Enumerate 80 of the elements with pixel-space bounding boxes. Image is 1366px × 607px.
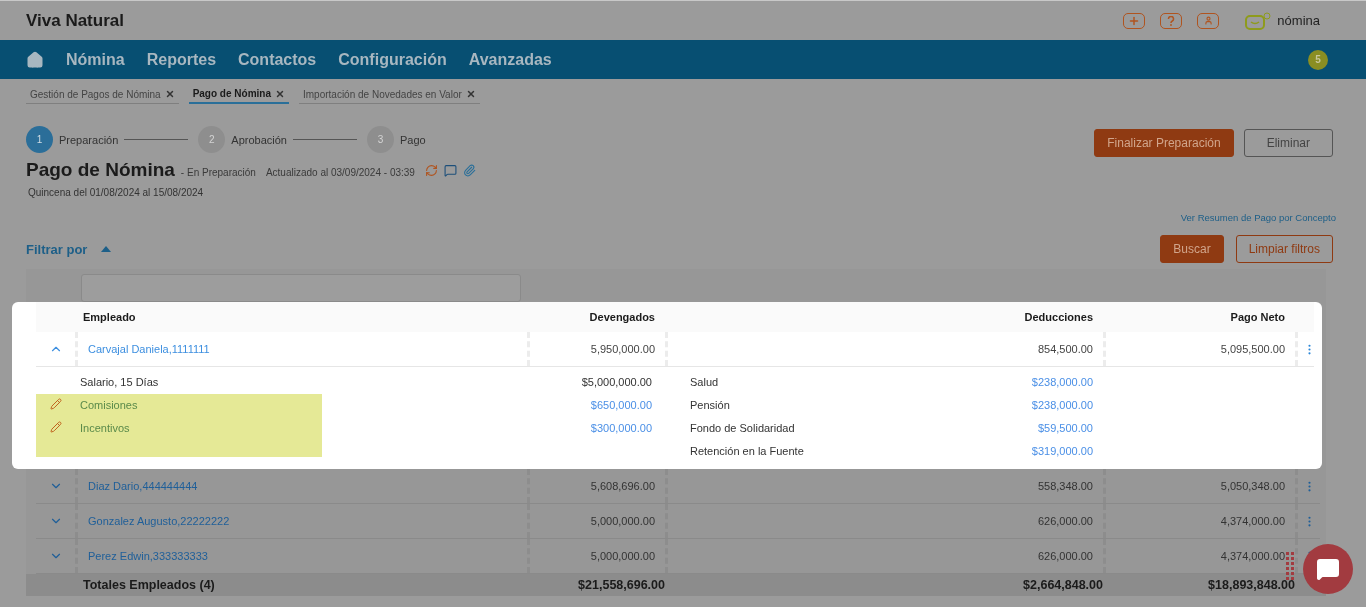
help-icon[interactable] xyxy=(1160,12,1183,29)
close-icon[interactable] xyxy=(164,89,175,99)
amount-text: $300,000.00 xyxy=(589,421,653,436)
tab[interactable]: Gestión de Pagos de Nómina xyxy=(26,84,179,104)
nav-item[interactable]: Reportes xyxy=(146,50,217,69)
amount-text: $59,500.00 xyxy=(1037,421,1093,436)
home-icon[interactable] xyxy=(26,50,44,69)
nav-item[interactable]: Avanzadas xyxy=(468,50,552,69)
concept-label: Retención en la Fuente xyxy=(690,444,804,459)
amount-text: $238,000.00 xyxy=(1031,375,1093,390)
caret-up-icon[interactable] xyxy=(101,246,112,252)
summary-link[interactable]: Ver Resumen de Pago por Concepto xyxy=(1180,212,1336,223)
step-number: 2 xyxy=(198,126,226,153)
step-label: Preparación xyxy=(59,133,119,146)
app-title: Viva Natural xyxy=(26,10,125,31)
table-cell: 5,000,000.00 xyxy=(527,504,665,538)
column-header: Devengados xyxy=(588,311,656,323)
tab[interactable]: Importación de Novedades en Valor xyxy=(299,84,480,104)
concept-label: Salario, 15 Días xyxy=(79,375,159,390)
page-title: Pago de Nómina xyxy=(26,159,175,181)
employee-link[interactable]: Carvajal Daniela,1111111 xyxy=(88,343,210,355)
employee-link[interactable]: Perez Edwin,333333333 xyxy=(88,550,208,562)
chat-icon xyxy=(1316,557,1340,581)
totals-label: Totales Empleados (4) xyxy=(82,578,216,592)
grip-icon[interactable] xyxy=(1286,552,1295,580)
table-cell: 5,608,696.00 xyxy=(527,469,665,503)
status-text: - En Preparación xyxy=(180,167,256,178)
table-cell: 558,348.00 xyxy=(665,469,1103,503)
step-label: Aprobación xyxy=(231,133,287,146)
table-cell: 626,000.00 xyxy=(665,504,1103,538)
attachment-icon[interactable] xyxy=(462,163,476,177)
refresh-icon[interactable] xyxy=(424,163,438,177)
edit-icon[interactable] xyxy=(49,398,62,410)
filter-label[interactable]: Filtrar por xyxy=(26,241,88,257)
nav-item[interactable]: Configuración xyxy=(338,50,447,69)
table-cell: 4,374,000.00 xyxy=(1103,504,1295,538)
close-icon[interactable] xyxy=(465,89,476,99)
amount-text: $5,000,000.00 xyxy=(580,375,653,390)
total-cell-text: $18,893,848.00 xyxy=(1207,578,1295,592)
concept-label: Comisiones xyxy=(79,398,138,413)
step-number: 1 xyxy=(26,126,53,153)
employee-link[interactable]: Diaz Dario,444444444 xyxy=(88,480,198,492)
period-text: Quincena del 01/08/2024 al 15/08/2024 xyxy=(28,187,205,198)
column-header: Deducciones xyxy=(1023,311,1094,323)
nav-item[interactable]: Contactos xyxy=(238,50,317,69)
delete-button[interactable]: Eliminar xyxy=(1243,129,1333,157)
clear-filters-button[interactable]: Limpiar filtros xyxy=(1235,235,1333,263)
comment-icon[interactable] xyxy=(443,163,457,177)
column-header: Pago Neto xyxy=(1229,311,1286,323)
chat-button[interactable] xyxy=(1303,544,1353,594)
employee-link[interactable]: Gonzalez Augusto,22222222 xyxy=(88,515,230,527)
amount-text: $650,000.00 xyxy=(589,398,653,413)
total-cell-text: $21,558,696.00 xyxy=(577,578,665,592)
amount-text: $238,000.00 xyxy=(1031,398,1093,413)
close-icon[interactable] xyxy=(275,88,285,99)
concept-label: Fondo de Solidaridad xyxy=(690,421,795,436)
column-header: Empleado xyxy=(82,311,137,323)
table-cell: 5,095,500.00 xyxy=(1103,332,1295,366)
concept-label: Salud xyxy=(690,375,719,390)
search-button[interactable]: Buscar xyxy=(1160,235,1224,263)
logo-icon xyxy=(1245,11,1272,30)
edit-icon[interactable] xyxy=(49,421,62,433)
table-cell: 5,950,000.00 xyxy=(527,332,665,366)
nav-item[interactable]: Nómina xyxy=(66,50,125,69)
total-cell-text: $2,664,848.00 xyxy=(1022,578,1103,592)
brand-name: nómina xyxy=(1277,13,1320,28)
table-cell: 854,500.00 xyxy=(665,332,1103,366)
table-cell: 5,050,348.00 xyxy=(1103,469,1295,503)
step-number: 3 xyxy=(367,126,394,153)
filter-field[interactable] xyxy=(81,274,521,302)
notification-badge[interactable]: 5 xyxy=(1308,49,1328,70)
updated-text: Actualizado al 03/09/2024 - 03:39 xyxy=(265,167,415,178)
add-icon[interactable] xyxy=(1123,12,1146,29)
step-label: Pago xyxy=(400,133,426,146)
concept-label: Pensión xyxy=(690,398,730,413)
amount-text: $319,000.00 xyxy=(1031,444,1093,459)
tab[interactable]: Pago de Nómina xyxy=(188,84,289,104)
user-icon[interactable] xyxy=(1197,12,1220,29)
finalize-button[interactable]: Finalizar Preparación xyxy=(1094,129,1234,157)
concept-label: Incentivos xyxy=(79,421,130,436)
